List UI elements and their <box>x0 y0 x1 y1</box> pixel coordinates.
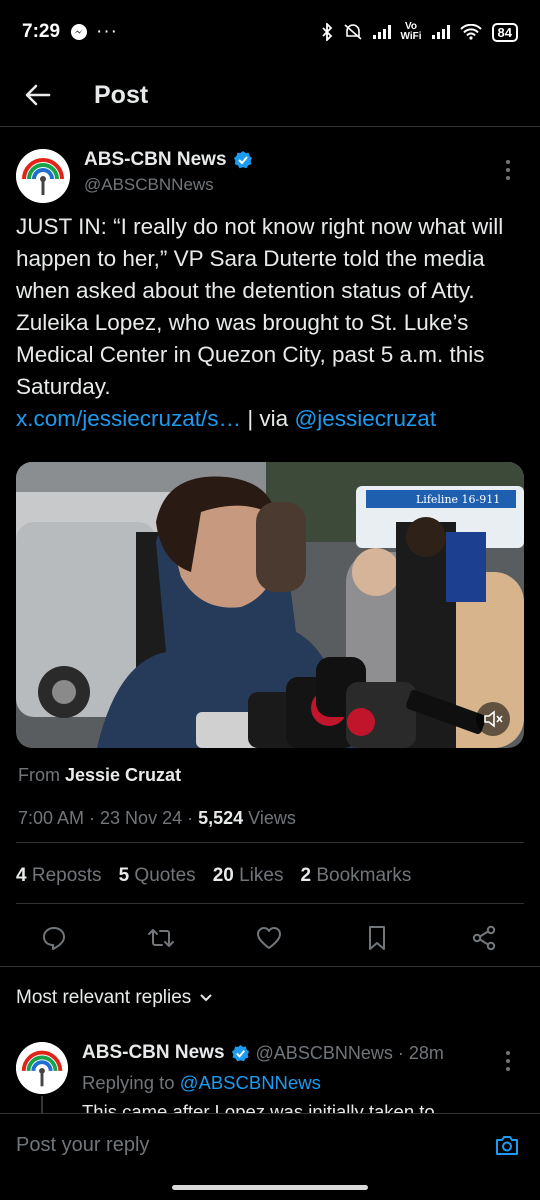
speaker-muted-icon <box>484 710 503 728</box>
ambulance-label: Lifeline 16-911 <box>416 493 500 506</box>
replying-label: Replying to <box>82 1072 180 1093</box>
reply-item[interactable]: ABS-CBN News @ABSCBNNews · 28m Replying … <box>0 1030 540 1115</box>
bookmark-icon <box>369 926 385 950</box>
from-label: From <box>18 765 65 785</box>
post-via: | via <box>241 406 295 431</box>
replying-to: Replying to @ABSCBNNews <box>82 1072 321 1094</box>
heart-icon <box>257 927 281 949</box>
wifi-icon <box>459 24 482 40</box>
post-time: 7:00 AM · 23 Nov 24 · <box>18 808 199 828</box>
author-name-text: ABS-CBN News <box>84 149 227 170</box>
page-header: Post <box>0 64 540 126</box>
share-button[interactable] <box>463 917 505 959</box>
back-button[interactable] <box>20 77 56 113</box>
author-handle: @ABSCBNNews <box>84 175 214 194</box>
reply-button[interactable] <box>33 917 75 959</box>
video-frame: Lifeline 16-911 5 <box>16 462 524 748</box>
abs-cbn-logo-icon <box>16 149 70 203</box>
post-meta: 7:00 AM · 23 Nov 24 · 5,524 Views <box>18 808 296 829</box>
avatar[interactable] <box>16 149 70 203</box>
author-name[interactable]: ABS-CBN News <box>84 149 253 171</box>
verified-badge-icon <box>231 1044 249 1061</box>
post-stats: 4 Reposts 5 Quotes 20 Likes 2 Bookmarks <box>16 865 411 887</box>
more-notifications-icon: ··· <box>96 21 119 42</box>
views-count: 5,524 <box>198 808 244 828</box>
quotes-label: Quotes <box>129 865 196 886</box>
vowifi-label: Vo WiFi <box>400 21 422 42</box>
reply-sort-dropdown[interactable]: Most relevant replies <box>16 987 213 1009</box>
post-video[interactable]: Lifeline 16-911 5 <box>16 462 524 748</box>
repost-button[interactable] <box>140 917 182 959</box>
views-label: Views <box>243 808 296 828</box>
more-options-button[interactable] <box>496 155 520 185</box>
video-source: From Jessie Cruzat <box>18 765 181 786</box>
camera-icon <box>496 1136 518 1155</box>
reply-input[interactable]: Post your reply <box>16 1134 456 1157</box>
reply-composer: Post your reply <box>0 1113 540 1200</box>
post-author: ABS-CBN News @ABSCBNNews <box>16 143 524 203</box>
post-text: JUST IN: “I really do not know right now… <box>16 211 526 435</box>
avatar[interactable] <box>16 1042 68 1094</box>
camera-button[interactable] <box>492 1130 522 1160</box>
reply-sort-label: Most relevant replies <box>16 987 192 1008</box>
bluetooth-icon <box>321 23 332 41</box>
reposts-label: Reposts <box>26 865 102 886</box>
quotes-stat[interactable]: 5 Quotes <box>119 865 196 887</box>
like-button[interactable] <box>248 917 290 959</box>
status-bar: 7:29 ··· Vo WiFi 84 <box>0 0 540 64</box>
comment-icon <box>43 927 65 950</box>
likes-count: 20 <box>212 865 234 886</box>
home-indicator <box>172 1185 368 1190</box>
repost-icon <box>148 929 174 947</box>
reply-author-handle: @ABSCBNNews · 28m <box>255 1042 444 1063</box>
share-icon <box>472 925 496 951</box>
divider <box>0 966 540 967</box>
arrow-left-icon <box>25 84 51 106</box>
bookmarks-count: 2 <box>300 865 312 886</box>
status-time: 7:29 <box>22 21 61 42</box>
post-mention[interactable]: @jessiecruzat <box>294 406 436 431</box>
mute-video-button[interactable] <box>476 702 510 736</box>
post-actions <box>0 917 540 959</box>
reply-header: ABS-CBN News @ABSCBNNews · 28m <box>82 1042 444 1064</box>
abs-cbn-logo-icon <box>16 1042 68 1094</box>
divider <box>16 842 524 843</box>
divider <box>16 903 524 904</box>
replying-handle[interactable]: @ABSCBNNews <box>180 1072 321 1093</box>
post: ABS-CBN News @ABSCBNNews JUST IN: “I rea… <box>0 126 540 970</box>
likes-stat[interactable]: 20 Likes <box>213 865 284 887</box>
post-link[interactable]: x.com/jessiecruzat/s… <box>16 406 241 431</box>
quotes-count: 5 <box>118 865 130 886</box>
likes-label: Likes <box>233 865 284 886</box>
page-title: Post <box>94 80 149 109</box>
bookmark-button[interactable] <box>356 917 398 959</box>
signal-icon-2 <box>431 25 450 39</box>
post-text-main: JUST IN: “I really do not know right now… <box>16 214 504 399</box>
signal-icon <box>372 25 391 39</box>
bookmarks-stat[interactable]: 2 Bookmarks <box>300 865 411 887</box>
messenger-icon <box>71 24 88 40</box>
chevron-down-icon <box>200 994 213 1002</box>
reply-author-name[interactable]: ABS-CBN News <box>82 1042 225 1064</box>
battery-indicator: 84 <box>491 22 518 42</box>
from-name[interactable]: Jessie Cruzat <box>65 765 181 785</box>
verified-badge-icon <box>233 151 252 169</box>
reply-more-options-button[interactable] <box>496 1046 520 1076</box>
reposts-count: 4 <box>16 865 27 886</box>
bookmarks-label: Bookmarks <box>311 865 412 886</box>
reposts-stat[interactable]: 4 Reposts <box>16 865 102 887</box>
mute-icon <box>343 24 362 40</box>
